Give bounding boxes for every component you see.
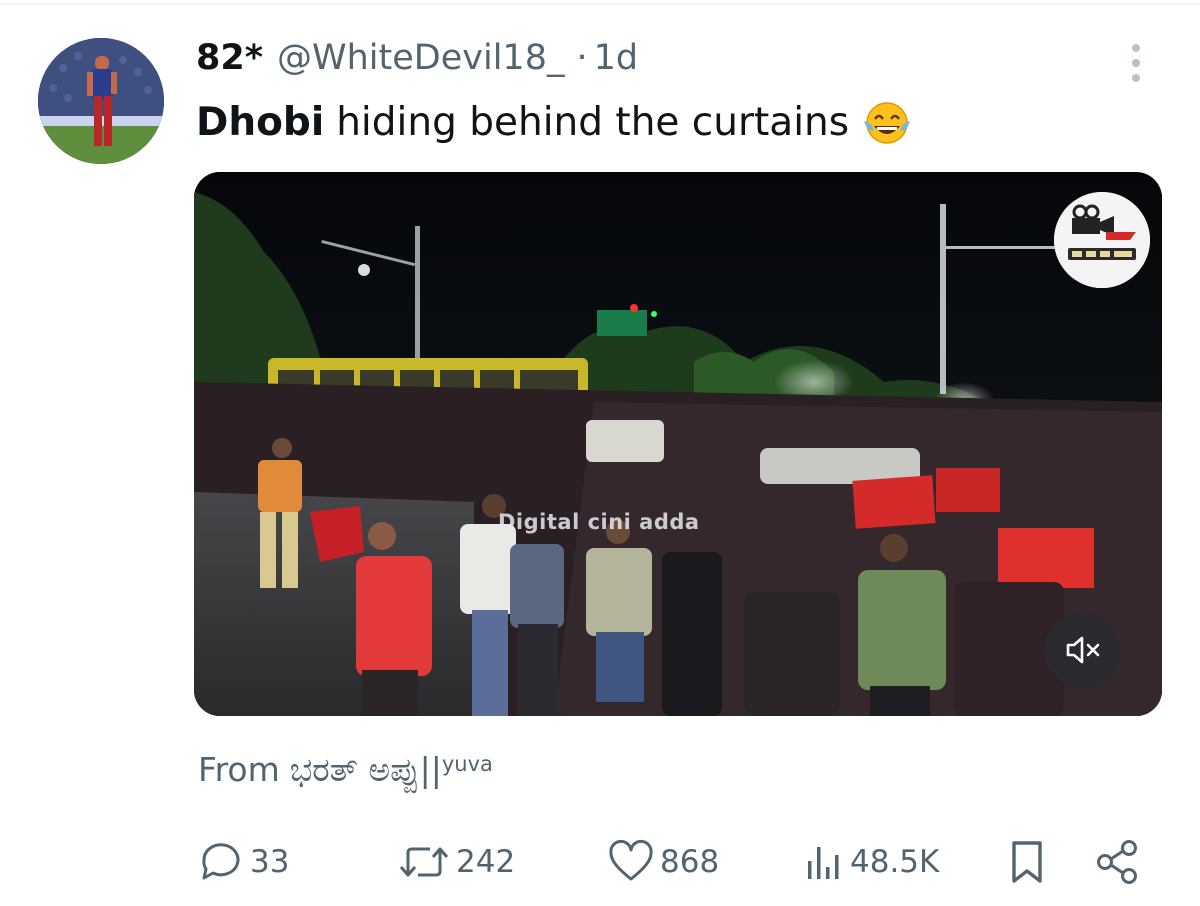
video-watermark: Digital cini adda <box>498 510 700 534</box>
source-name: ಭರತ್ ಅಪ್ಪು|| <box>289 750 442 789</box>
source-superscript: yuva <box>441 752 493 776</box>
display-name[interactable]: 82* <box>196 38 263 78</box>
post-text: Dhobi hiding behind the curtains <box>196 96 913 148</box>
reply-count: 33 <box>250 844 290 880</box>
user-handle[interactable]: @WhiteDevil18_ <box>277 38 564 78</box>
laughing-emoji-icon <box>861 99 913 145</box>
heart-icon <box>609 839 653 881</box>
source-attribution[interactable]: From ಭರತ್ ಅಪ್ಪು|| yuva <box>198 750 493 796</box>
separator-dot: · <box>576 38 588 78</box>
video-player[interactable]: Digital cini adda <box>194 172 1162 716</box>
like-button[interactable]: 868 <box>606 836 719 888</box>
post-timestamp[interactable]: 1d <box>594 38 639 78</box>
reply-icon <box>202 843 240 880</box>
source-prefix: From <box>198 750 280 789</box>
avatar-image <box>38 38 164 164</box>
like-count: 868 <box>660 844 720 880</box>
top-divider <box>0 3 1200 5</box>
repost-icon <box>399 847 449 877</box>
volume-muted-icon[interactable] <box>1044 612 1120 688</box>
bookmark-icon <box>1012 841 1042 883</box>
post-header: 82* @WhiteDevil18_ · 1d <box>196 38 638 84</box>
action-bar: 33 242 868 48.5K <box>196 836 1146 888</box>
video-frame <box>194 172 1162 716</box>
repost-button[interactable]: 242 <box>396 836 515 888</box>
views-count: 48.5K <box>850 844 940 880</box>
share-button[interactable] <box>1092 836 1142 888</box>
bookmark-button[interactable] <box>1002 836 1052 888</box>
post-text-body: hiding behind the curtains <box>336 99 850 145</box>
views-chart-icon <box>808 847 839 879</box>
post-text-bold: Dhobi <box>196 99 325 145</box>
channel-logo <box>1054 192 1150 288</box>
more-options-icon[interactable] <box>1122 40 1150 86</box>
reply-button[interactable]: 33 <box>196 836 289 888</box>
share-icon <box>1097 840 1137 884</box>
repost-count: 242 <box>456 844 516 880</box>
views-button[interactable]: 48.5K <box>802 836 939 888</box>
avatar[interactable] <box>38 38 164 164</box>
